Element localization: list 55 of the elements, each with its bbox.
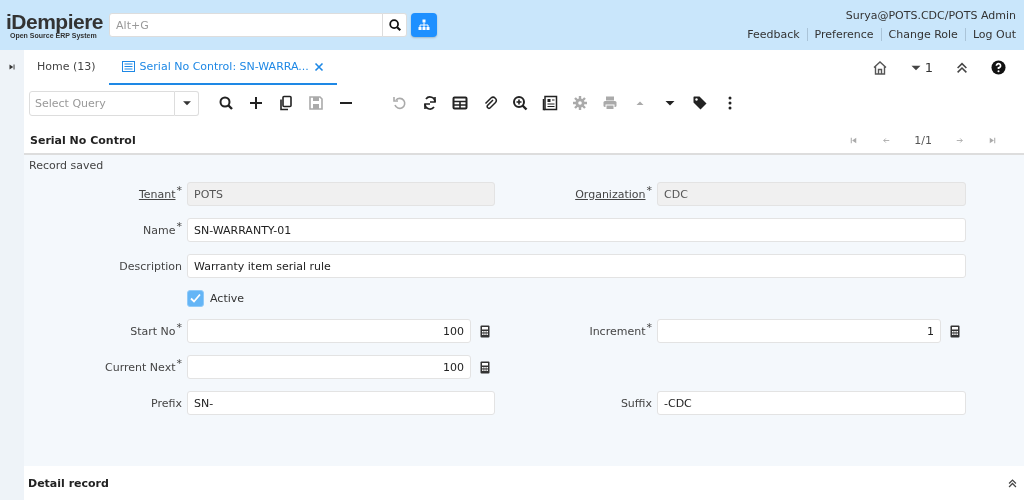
required-mark: * xyxy=(176,219,182,233)
input-field[interactable]: -CDC xyxy=(657,391,966,415)
status-message: Record saved xyxy=(28,158,105,172)
field-label: Suffix xyxy=(620,396,652,410)
collapse-icon[interactable] xyxy=(955,60,969,75)
calculator-icon[interactable] xyxy=(950,324,960,338)
required-mark: * xyxy=(176,356,182,370)
input-field[interactable]: Warranty item serial rule xyxy=(187,254,966,278)
calculator-icon[interactable] xyxy=(480,324,490,338)
query-field[interactable]: Select Query xyxy=(29,90,175,116)
panel-title: Serial No Control xyxy=(30,133,136,147)
field-label: Prefix xyxy=(151,396,182,410)
sitemap-icon xyxy=(418,19,431,31)
form-icon xyxy=(121,61,135,72)
tab[interactable]: Home (13) xyxy=(24,50,109,85)
tab[interactable]: Serial No Control: SN-WARRA... xyxy=(108,50,337,85)
input-field[interactable]: SN-WARRANTY-01 xyxy=(187,218,966,242)
search-button[interactable] xyxy=(383,13,408,37)
window-count-dropdown[interactable]: 1 xyxy=(909,60,933,75)
input-field[interactable]: 100 xyxy=(187,319,471,343)
field-label: Current Next xyxy=(105,360,176,374)
section-title: Detail record xyxy=(28,476,109,490)
required-mark: * xyxy=(176,320,182,334)
header-link[interactable]: Change Role xyxy=(880,28,965,41)
close-icon[interactable] xyxy=(313,61,324,72)
field-label: Start No xyxy=(130,324,176,338)
dropdown-button[interactable] xyxy=(175,90,199,116)
search-icon xyxy=(387,18,402,32)
field-link[interactable]: Tenant xyxy=(138,187,176,201)
readonly-field: CDC xyxy=(657,182,966,206)
user-role-text: Surya@POTS.CDC/POTS Admin xyxy=(845,9,1016,22)
required-mark: * xyxy=(176,183,182,197)
input-field[interactable]: SN- xyxy=(187,391,495,415)
input-field[interactable]: 1 xyxy=(657,319,941,343)
field-label: Name xyxy=(143,223,176,237)
field-label: Increment xyxy=(589,324,646,338)
header-link[interactable]: Log Out xyxy=(964,28,1016,41)
record-counter: 1/1 xyxy=(914,133,932,147)
header-link[interactable]: Feedback xyxy=(740,28,807,41)
field-link[interactable]: Organization xyxy=(575,187,646,201)
checkbox-label: Active xyxy=(210,292,245,305)
required-mark: * xyxy=(646,183,652,197)
checkbox[interactable] xyxy=(187,290,204,307)
required-mark: * xyxy=(646,320,652,334)
header-link[interactable]: Preference xyxy=(806,28,881,41)
readonly-field: POTS xyxy=(187,182,495,206)
expand-sidebar-icon[interactable] xyxy=(7,62,17,72)
calculator-icon[interactable] xyxy=(480,360,490,374)
help-icon[interactable] xyxy=(991,60,1006,75)
search-field[interactable]: Alt+G xyxy=(109,13,384,37)
checkmark-icon xyxy=(189,292,202,305)
field-label: Description xyxy=(119,259,182,273)
collapse-icon[interactable] xyxy=(1007,477,1018,489)
home-icon[interactable] xyxy=(871,59,888,76)
input-field[interactable]: 100 xyxy=(187,355,471,379)
